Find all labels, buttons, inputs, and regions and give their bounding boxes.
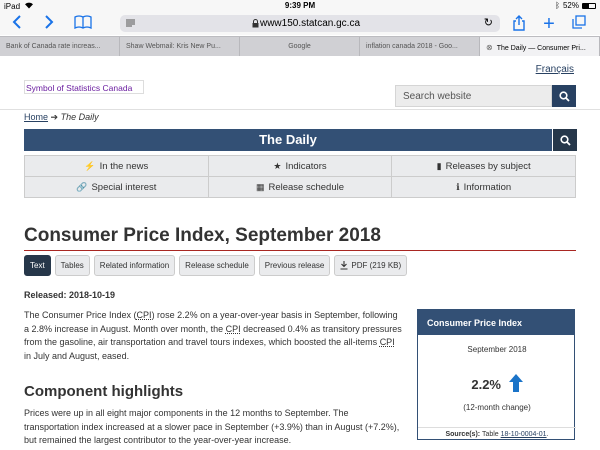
tab-previous-release[interactable]: Previous release (258, 255, 331, 276)
cpi-box-change-label: (12-month change) (463, 403, 531, 412)
forward-button[interactable] (40, 15, 58, 33)
chevron-right-icon (45, 15, 54, 29)
nav-label: Information (463, 181, 512, 193)
browser-tab[interactable]: Google (240, 37, 360, 56)
browser-tab-label: The Daily — Consumer Pri... (496, 45, 586, 52)
new-tab-button[interactable]: + (540, 13, 558, 35)
calendar-icon: ▦ (255, 181, 265, 192)
cpi-abbr[interactable]: CPI (226, 324, 241, 334)
bookmarks-button[interactable] (72, 15, 94, 33)
plus-icon: + (543, 13, 555, 35)
header-divider (0, 109, 600, 110)
title-underline (24, 250, 576, 251)
nav-label: Release schedule (268, 181, 345, 193)
browser-tab[interactable]: Shaw Webmail: Kris New Pu... (120, 37, 240, 56)
reload-icon[interactable]: ↻ (484, 16, 493, 29)
breadcrumb-current: The Daily (60, 112, 99, 122)
download-icon (340, 261, 348, 270)
breadcrumb-arrow-icon: ➔ (50, 112, 59, 122)
tab-related-information[interactable]: Related information (93, 255, 176, 276)
arrow-up-icon (508, 374, 523, 392)
daily-nav: ⚡ In the news ★ Indicators ▮ Releases by su… (24, 155, 576, 198)
browser-toolbar: www150.statcan.gc.ca ↻ + (0, 13, 600, 35)
tab-tables[interactable]: Tables (54, 255, 90, 276)
statcan-signature[interactable]: Symbol of Statistics Canada (24, 80, 144, 94)
release-tabs: Text Tables Related information Release … (24, 255, 408, 276)
close-tab-icon[interactable]: ⊗ (486, 43, 493, 52)
back-button[interactable] (8, 15, 26, 33)
battery-percent: 52% (562, 1, 579, 10)
cpi-abbr[interactable]: CPI (380, 337, 395, 347)
source-text: Table (481, 431, 499, 438)
status-bar: iPad 9:39 PM ᛒ 52% (0, 0, 600, 13)
browser-tab-active[interactable]: ⊗ The Daily — Consumer Pri... (480, 37, 600, 56)
pdf-label: PDF (219 KB) (351, 261, 402, 270)
cpi-value: 2.2% (471, 377, 501, 392)
link-icon: 🔗 (76, 181, 88, 192)
share-button[interactable] (510, 15, 528, 33)
bolt-icon: ⚡ (84, 160, 96, 171)
nav-label: Indicators (285, 160, 327, 172)
cpi-box-header: Consumer Price Index (418, 310, 574, 335)
book-icon (74, 15, 92, 30)
breadcrumb-home[interactable]: Home (24, 112, 48, 122)
section-heading: Component highlights (24, 383, 184, 400)
status-time: 9:39 PM (284, 1, 316, 10)
browser-tab[interactable]: inflation canada 2018 - Goo... (360, 37, 480, 56)
address-bar[interactable]: www150.statcan.gc.ca ↻ (120, 15, 500, 32)
nav-indicators[interactable]: ★ Indicators (208, 156, 392, 176)
cpi-abbr[interactable]: CPI (137, 310, 152, 320)
search-icon (559, 134, 571, 146)
search-icon (558, 90, 570, 102)
tabs-icon (572, 15, 586, 29)
nav-label: Releases by subject (445, 160, 531, 172)
search-button[interactable] (552, 85, 576, 107)
info-icon: ℹ (456, 181, 460, 192)
pdf-download-button[interactable]: PDF (219 KB) (334, 255, 408, 276)
daily-title-bar: The Daily (24, 129, 552, 151)
nav-label: Special interest (91, 181, 157, 193)
intro-paragraph: The Consumer Price Index (CPI) rose 2.2%… (24, 310, 402, 361)
release-date: Released: 2018-10-19 (24, 290, 116, 300)
source-table-link[interactable]: 18-10-0004-01 (501, 431, 547, 438)
site-search: Search website (395, 85, 576, 107)
cpi-box-source: Source(s): Table 18-10-0004-01. (418, 427, 576, 438)
cpi-summary-box: Consumer Price Index September 2018 2.2%… (417, 309, 576, 440)
nav-releases-by-subject[interactable]: ▮ Releases by subject (392, 156, 575, 176)
tabs-button[interactable] (570, 15, 588, 33)
page-title: Consumer Price Index, September 2018 (24, 225, 381, 246)
nav-information[interactable]: ℹ Information (392, 177, 575, 197)
bluetooth-icon: ᛒ (555, 1, 560, 10)
language-toggle-link[interactable]: Français (536, 64, 574, 75)
url-text: www150.statcan.gc.ca (259, 18, 361, 29)
nav-label: In the news (99, 160, 149, 172)
breadcrumb: Home ➔ The Daily (24, 112, 99, 123)
source-label: Source(s): (445, 431, 481, 438)
tab-release-schedule[interactable]: Release schedule (179, 255, 255, 276)
browser-tab[interactable]: Bank of Canada rate increas... (0, 37, 120, 56)
star-icon: ★ (273, 160, 282, 171)
daily-search-button[interactable] (553, 129, 577, 151)
battery-icon (582, 2, 596, 9)
lock-icon (252, 19, 259, 31)
cpi-box-value: 2.2% (418, 374, 576, 392)
book-icon: ▮ (436, 160, 442, 171)
cpi-box-month: September 2018 (467, 345, 527, 354)
search-input[interactable]: Search website (395, 85, 552, 107)
tab-strip: Bank of Canada rate increas... Shaw Webm… (0, 36, 600, 56)
nav-release-schedule[interactable]: ▦ Release schedule (208, 177, 392, 197)
chevron-left-icon (12, 15, 21, 29)
nav-in-the-news[interactable]: ⚡ In the news (25, 156, 208, 176)
nav-special-interest[interactable]: 🔗 Special interest (25, 177, 208, 197)
highlights-paragraph: Prices were up in all eight major compon… (24, 408, 400, 446)
share-icon (513, 15, 525, 31)
tab-text[interactable]: Text (24, 255, 51, 276)
